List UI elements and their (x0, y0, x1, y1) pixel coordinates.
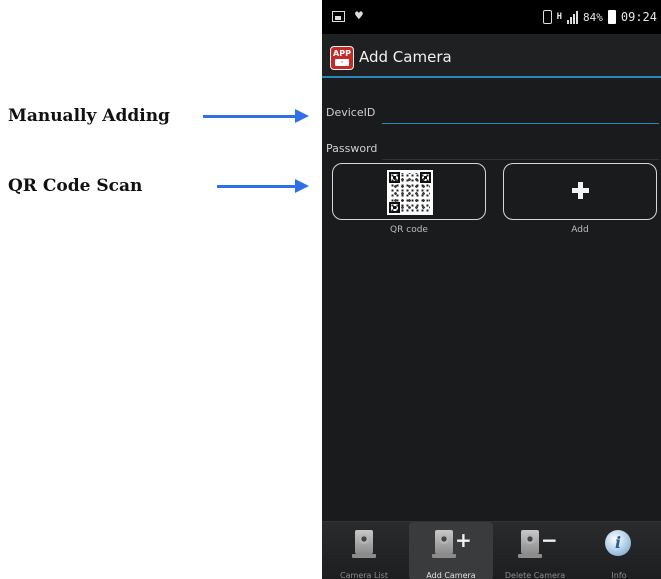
app-logo-icon[interactable]: APP · (330, 46, 354, 70)
qr-code-icon (387, 170, 433, 215)
minus-sign-icon: − (541, 528, 558, 552)
camera-delete-icon (518, 530, 542, 558)
vibrate-icon (542, 10, 552, 24)
bottom-tab-bar: Camera List + Add Camera − Delete Camera… (322, 521, 661, 579)
tab-label: Add Camera (426, 571, 476, 579)
action-bar: APP · Add Camera (322, 34, 661, 78)
manual-adding-annotation: Manually Adding (8, 106, 170, 126)
plus-icon (570, 180, 592, 202)
qr-code-label: QR code (390, 225, 428, 235)
info-icon: i (605, 530, 631, 556)
device-id-input[interactable] (382, 110, 659, 124)
password-input[interactable] (382, 146, 659, 160)
tab-info[interactable]: i Info (577, 522, 661, 579)
tab-label: Delete Camera (504, 571, 566, 579)
password-label: Password (326, 142, 378, 155)
camera-icon (352, 530, 376, 558)
network-type: H (556, 12, 562, 22)
tab-add-camera[interactable]: + Add Camera (409, 522, 493, 579)
camera-add-icon (432, 530, 456, 558)
battery-percent: 84% (583, 10, 603, 24)
status-bar: ♥ H 84% 09:24 (322, 0, 661, 34)
tab-label: Camera List (340, 571, 388, 579)
clock: 09:24 (620, 10, 657, 24)
qr-code-button[interactable] (332, 163, 486, 220)
phone-screen: ♥ H 84% 09:24 APP · Add Camera DeviceID … (322, 0, 661, 579)
qr-scan-arrow (217, 179, 309, 193)
app-logo-text: APP (333, 49, 351, 58)
device-id-label: DeviceID (326, 106, 376, 119)
qr-scan-annotation: QR Code Scan (8, 176, 143, 196)
page-title: Add Camera (359, 48, 452, 66)
signal-icon (567, 10, 578, 24)
manual-adding-arrow (203, 109, 309, 123)
gallery-notification-icon (332, 11, 345, 22)
tab-delete-camera[interactable]: − Delete Camera (493, 522, 577, 579)
add-label: Add (571, 225, 589, 235)
tab-label: Info (611, 571, 627, 579)
battery-icon (607, 10, 616, 24)
heart-notification-icon: ♥ (355, 9, 363, 24)
plus-sign-icon: + (455, 528, 472, 552)
add-button[interactable] (503, 163, 657, 220)
app-logo-badge: · (335, 59, 349, 66)
tab-camera-list[interactable]: Camera List (322, 522, 406, 579)
